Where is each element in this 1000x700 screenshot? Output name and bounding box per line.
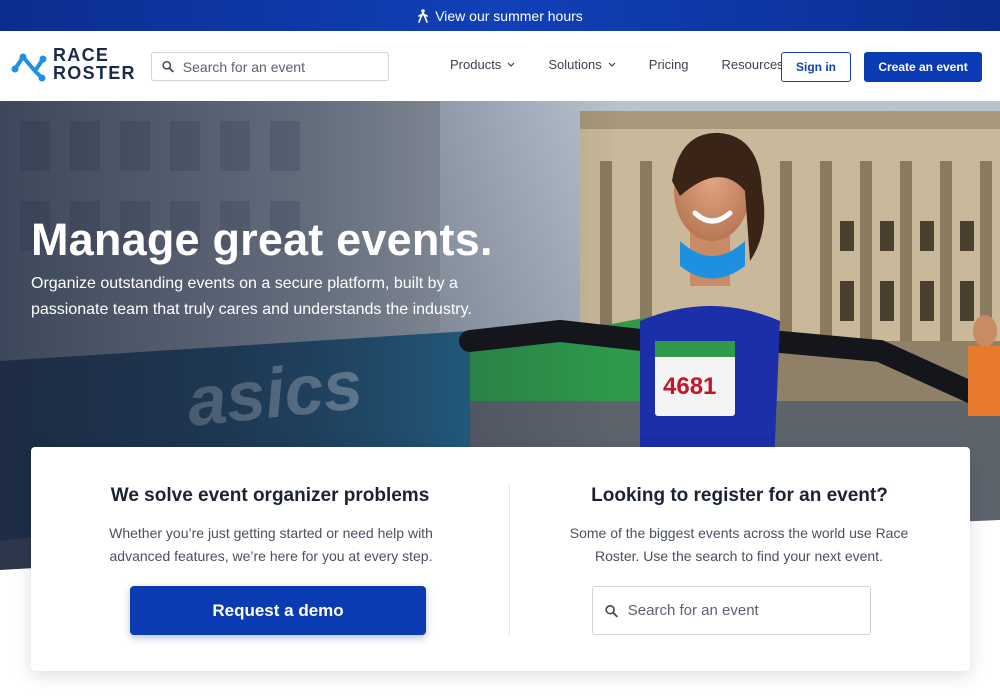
- promo-bar[interactable]: View our summer hours: [0, 0, 1000, 31]
- nav-item-solutions[interactable]: Solutions: [548, 57, 616, 72]
- info-card: We solve event organizer problems Whethe…: [31, 447, 970, 671]
- running-person-icon: [418, 8, 429, 23]
- nav-item-products[interactable]: Products: [450, 57, 515, 72]
- race-roster-logo[interactable]: RACE ROSTER: [11, 45, 136, 83]
- hero-subtitle: Organize outstanding events on a secure …: [31, 275, 472, 318]
- logo-line-2: ROSTER: [53, 63, 136, 83]
- svg-text:4681: 4681: [663, 373, 716, 400]
- sign-in-button[interactable]: Sign in: [781, 52, 851, 82]
- nav-item-pricing[interactable]: Pricing: [649, 57, 689, 72]
- main-nav: Products Solutions Pricing Resources: [450, 57, 831, 72]
- participant-title: Looking to register for an event?: [591, 485, 888, 506]
- chevron-down-icon: [608, 62, 616, 67]
- nav-label: Pricing: [648, 57, 689, 72]
- search-icon: [162, 60, 174, 73]
- chevron-down-icon: [507, 62, 515, 67]
- event-search-box[interactable]: [592, 586, 871, 635]
- event-search-input[interactable]: [627, 602, 870, 619]
- nav-label: Solutions: [548, 57, 602, 72]
- participant-text: Some of the biggest events across the wo…: [569, 525, 909, 564]
- site-header: RACE ROSTER Products Solutions Pricing R…: [0, 31, 1000, 101]
- logo-line-1: RACE: [53, 45, 110, 65]
- header-search-box[interactable]: [151, 52, 389, 81]
- header-search-input[interactable]: [182, 58, 388, 75]
- logo-mark-icon: [11, 53, 47, 82]
- request-demo-button[interactable]: Request a demo: [130, 586, 426, 635]
- search-icon: [605, 604, 618, 617]
- nav-label: Products: [450, 57, 502, 72]
- participant-panel: Looking to register for an event? Some o…: [509, 447, 970, 671]
- hero-title: Manage great events.: [31, 214, 493, 265]
- organizer-title: We solve event organizer problems: [110, 485, 430, 506]
- logo-wordmark: RACE ROSTER: [53, 46, 136, 82]
- promo-text[interactable]: View our summer hours: [435, 8, 583, 24]
- nav-label: Resources: [721, 57, 784, 72]
- organizer-text: Whether you’re just getting started or n…: [109, 525, 433, 564]
- create-event-button[interactable]: Create an event: [864, 52, 982, 82]
- organizer-panel: We solve event organizer problems Whethe…: [31, 447, 509, 671]
